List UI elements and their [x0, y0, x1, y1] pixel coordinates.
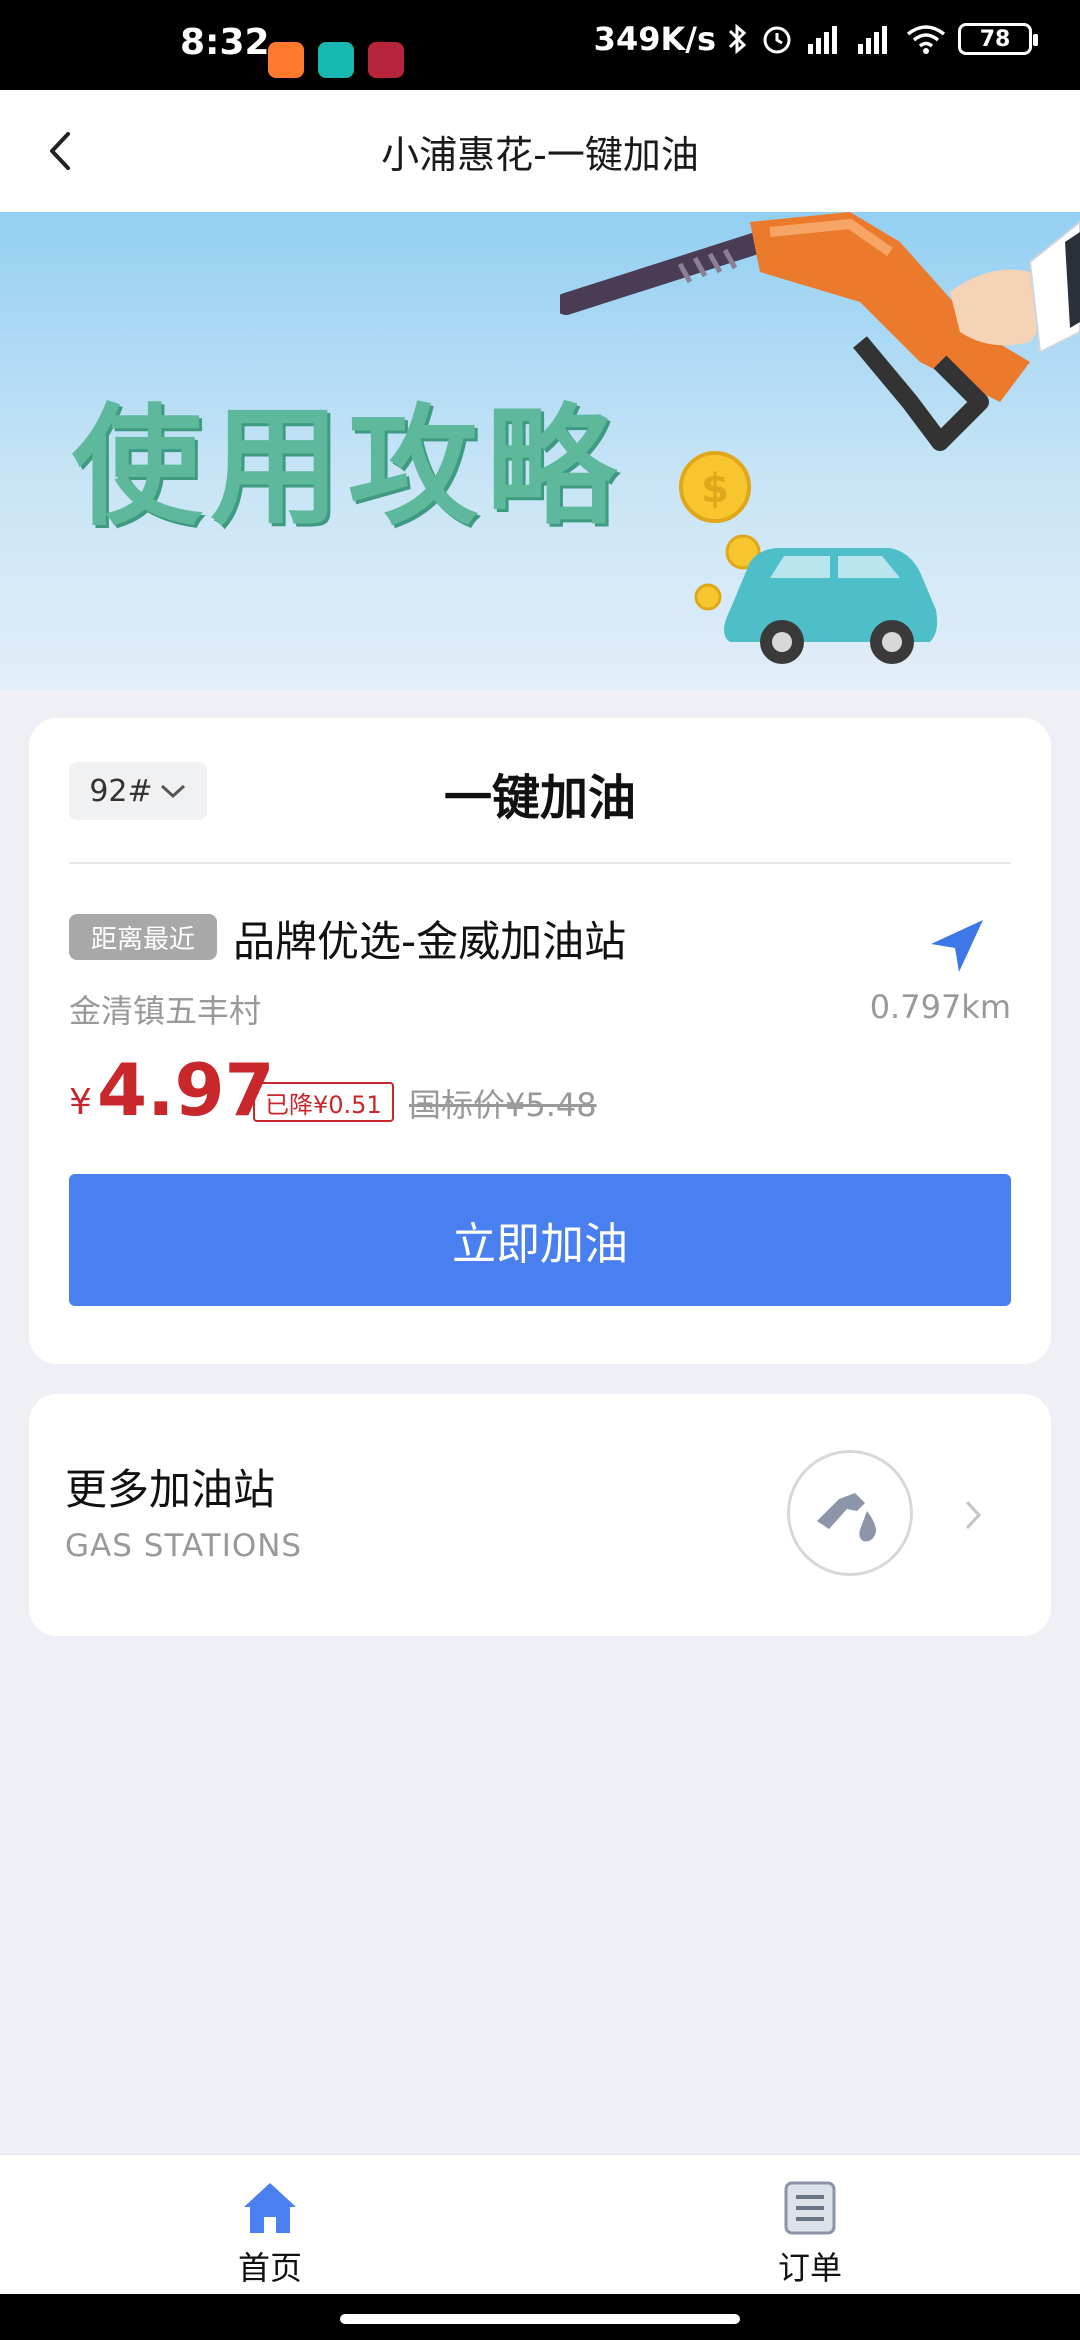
currency-symbol: ¥ [69, 1082, 92, 1123]
station-address: 金清镇五丰村 [69, 992, 262, 1030]
gas-pump-icon-circle [787, 1450, 913, 1576]
home-icon [244, 2183, 296, 2233]
banner-carousel[interactable]: 使用攻略 $ [0, 212, 1080, 690]
home-indicator[interactable] [340, 2314, 740, 2324]
page-title: 小浦惠花-一键加油 [381, 132, 699, 177]
standard-price: 国标价¥5.48 [409, 1086, 597, 1124]
app-notification-icon [368, 42, 404, 78]
chevron-right-icon [965, 1500, 982, 1530]
more-stations-subtitle: GAS STATIONS [65, 1528, 303, 1564]
discount-tag: 已降¥0.51 [253, 1082, 394, 1122]
divider [69, 862, 1011, 864]
alarm-icon [763, 26, 791, 54]
signal-icon [858, 26, 887, 54]
status-bar: 8:32 349K/s 78 [0, 0, 1080, 90]
orders-icon [784, 2181, 836, 2235]
battery-icon: 78 [958, 23, 1038, 55]
app-notification-icon [318, 42, 354, 78]
bottom-tab-bar: 首页 订单 [0, 2154, 1080, 2294]
nav-bar: 小浦惠花-一键加油 [0, 90, 1080, 212]
back-icon[interactable] [34, 124, 88, 178]
status-time: 8:32 [180, 22, 270, 63]
tab-orders-label: 订单 [777, 2249, 842, 2287]
fuel-price: 4.97 [97, 1048, 275, 1132]
fuel-now-button[interactable]: 立即加油 [69, 1174, 1011, 1306]
app-notification-icon [268, 42, 304, 78]
gas-nozzle-icon [817, 1493, 876, 1542]
quick-fuel-card: 92# 一键加油 距离最近 品牌优选-金威加油站 金清镇五丰村 0.797km … [29, 718, 1051, 1364]
wifi-icon [906, 25, 946, 54]
banner-headline: 使用攻略 [72, 391, 625, 543]
bluetooth-icon [728, 23, 747, 55]
svg-text:$: $ [701, 466, 729, 512]
station-name[interactable]: 品牌优选-金威加油站 [233, 908, 626, 969]
signal-icon [808, 26, 837, 54]
tab-home-label: 首页 [237, 2249, 302, 2287]
tab-orders[interactable]: 订单 [720, 2179, 900, 2289]
tab-home[interactable]: 首页 [180, 2179, 360, 2289]
network-speed: 349K/s [593, 20, 716, 58]
more-stations-card[interactable]: 更多加油站 GAS STATIONS [29, 1394, 1051, 1636]
card-title: 一键加油 [443, 770, 636, 826]
nearest-badge: 距离最近 [69, 914, 218, 960]
status-notification-icons [268, 42, 404, 78]
status-indicators: 349K/s 78 [593, 20, 1038, 58]
navigation-arrow-icon[interactable] [925, 914, 989, 978]
more-stations-title: 更多加油站 [65, 1465, 276, 1514]
fuel-nozzle-car-illustration: $ [560, 212, 1080, 664]
station-distance: 0.797km [869, 988, 1011, 1026]
